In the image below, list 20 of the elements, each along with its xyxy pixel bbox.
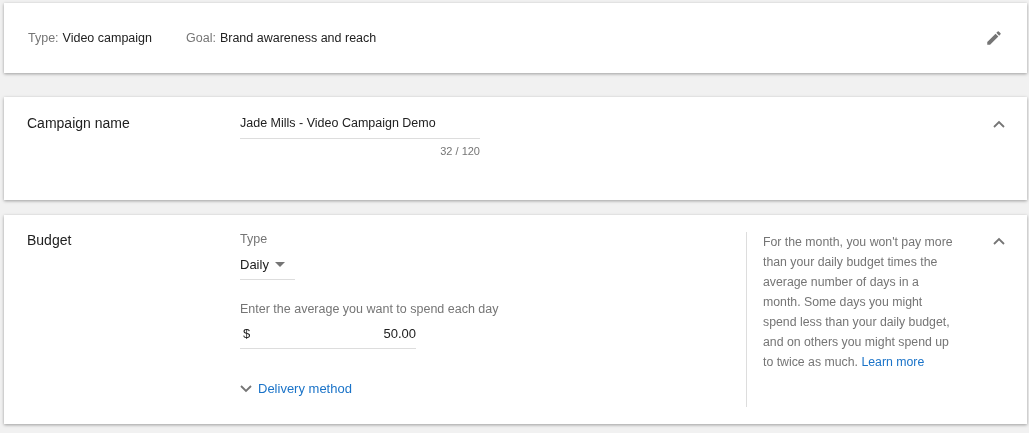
delivery-method-link[interactable]: Delivery method <box>240 381 534 396</box>
pencil-icon <box>985 29 1003 47</box>
character-counter: 32 / 120 <box>439 145 480 157</box>
type-label: Type <box>240 232 269 246</box>
edit-button[interactable] <box>985 29 1003 47</box>
section-title: Budget <box>27 232 73 250</box>
campaign-name-field[interactable]: Jade Mills - Video Campaign Demo <box>240 115 480 139</box>
amount-label: Enter the average you want to spend each day <box>240 302 500 316</box>
learn-more-link[interactable]: Learn more <box>861 355 925 369</box>
collapse-button[interactable] <box>993 237 1005 245</box>
summary-label: Goal: <box>186 31 216 45</box>
help-text: For the month, you won't pay more than your daily budget times the average number of days in a month. Some days you might spend less than your daily budget, and on others you might spend up to twice as much. Learn more <box>763 234 954 371</box>
summary-value: Video campaign <box>62 31 152 45</box>
amount-field[interactable]: $ 50.00 <box>240 326 416 349</box>
summary-value: Brand awareness and reach <box>219 31 377 45</box>
budget-type-dropdown[interactable]: Daily <box>240 257 295 280</box>
section-title: Campaign name <box>27 115 131 133</box>
collapse-button[interactable] <box>993 120 1005 128</box>
summary-label: Type: <box>28 31 59 45</box>
dropdown-arrow-icon <box>274 262 285 267</box>
